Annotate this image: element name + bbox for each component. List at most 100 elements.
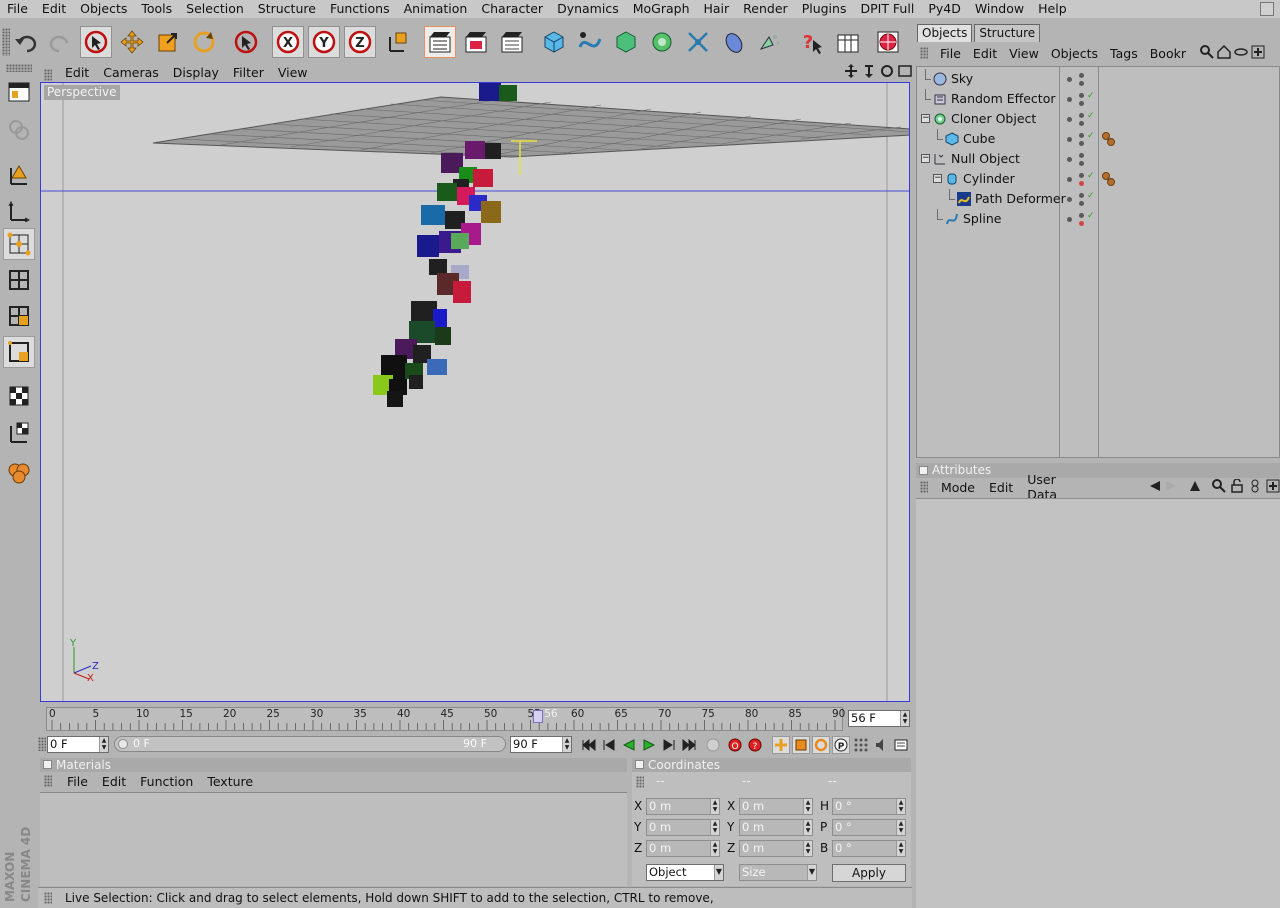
frame-range-slider[interactable]: 0 F 90 F xyxy=(114,736,506,752)
help-icon[interactable]: ? xyxy=(796,26,828,58)
render-picture-viewer-icon[interactable] xyxy=(460,26,492,58)
apply-button[interactable]: Apply xyxy=(832,864,906,882)
palette-grip[interactable] xyxy=(6,64,32,72)
size-field[interactable]: 0 m ▲ ▼ xyxy=(739,819,813,836)
menu-functions[interactable]: Functions xyxy=(323,0,397,18)
position-spinner[interactable]: ▲ ▼ xyxy=(710,820,719,835)
go-to-end-icon[interactable] xyxy=(680,736,698,754)
position-field[interactable]: 0 m ▲ ▼ xyxy=(646,819,720,836)
size-field[interactable]: 0 m ▲ ▼ xyxy=(739,840,813,857)
menu-dpit-full[interactable]: DPIT Full xyxy=(853,0,921,18)
menu-hair[interactable]: Hair xyxy=(697,0,737,18)
visibility-dot[interactable] xyxy=(1079,161,1084,166)
visibility-dot[interactable] xyxy=(1079,221,1084,226)
position-spinner[interactable]: ▲ ▼ xyxy=(710,841,719,856)
polygons-mode-icon[interactable] xyxy=(3,300,35,332)
attributes-grip[interactable] xyxy=(920,481,928,493)
tab-objects[interactable]: Objects xyxy=(917,24,973,42)
menu-dynamics[interactable]: Dynamics xyxy=(550,0,626,18)
materials-menu-edit[interactable]: Edit xyxy=(95,774,133,789)
viewport-menu-display[interactable]: Display xyxy=(166,65,226,80)
new-panel-icon[interactable] xyxy=(1251,45,1265,62)
current-frame-field[interactable]: 56 F ▲ ▼ xyxy=(848,710,910,727)
x-axis-icon[interactable]: X xyxy=(272,26,304,58)
live-selection-icon[interactable] xyxy=(80,26,112,58)
rotate-icon[interactable] xyxy=(188,26,220,58)
expand-toggle-icon[interactable]: − xyxy=(933,174,942,183)
visibility-dot[interactable] xyxy=(1079,121,1084,126)
array-icon[interactable] xyxy=(646,26,678,58)
playhead[interactable] xyxy=(533,710,544,723)
key-scale-icon[interactable] xyxy=(792,736,810,754)
tab-structure[interactable]: Structure xyxy=(974,24,1041,42)
menu-render[interactable]: Render xyxy=(736,0,795,18)
coordinates-grip[interactable] xyxy=(636,776,644,788)
size-spinner[interactable]: ▲ ▼ xyxy=(803,841,812,856)
object-name[interactable]: Random Effector xyxy=(951,91,1056,106)
model-axis-icon[interactable] xyxy=(3,194,35,226)
menu-plugins[interactable]: Plugins xyxy=(795,0,854,18)
sculpt-icon[interactable] xyxy=(3,456,35,488)
key-rotation-icon[interactable] xyxy=(812,736,830,754)
objects-menu-view[interactable]: View xyxy=(1003,46,1045,61)
menu-selection[interactable]: Selection xyxy=(179,0,251,18)
editor-visibility-dot[interactable] xyxy=(1067,117,1072,122)
texture-mode-icon[interactable] xyxy=(3,76,35,108)
end-frame-field[interactable]: 90 F ▲ ▼ xyxy=(510,736,572,753)
pan-icon[interactable] xyxy=(844,64,858,78)
nurbs-icon[interactable] xyxy=(610,26,642,58)
render-visibility-dot[interactable] xyxy=(1079,193,1084,198)
y-axis-icon[interactable]: Y xyxy=(308,26,340,58)
camera-icon[interactable] xyxy=(754,26,786,58)
move-icon[interactable] xyxy=(116,26,148,58)
object-name[interactable]: Sky xyxy=(951,71,973,86)
render-visibility-dot[interactable] xyxy=(1079,213,1084,218)
record-disabled-icon[interactable] xyxy=(704,736,722,754)
previous-frame-icon[interactable] xyxy=(600,736,618,754)
autokey-icon[interactable]: ? xyxy=(746,736,764,754)
materials-panel-toggle[interactable] xyxy=(43,760,52,769)
record-keys-icon[interactable]: O xyxy=(726,736,744,754)
object-row[interactable]: − Cylinder ✓ xyxy=(917,169,1279,189)
undo-icon[interactable] xyxy=(10,26,42,58)
editor-visibility-dot[interactable] xyxy=(1067,97,1072,102)
render-visibility-dot[interactable] xyxy=(1079,73,1084,78)
expand-toggle-icon[interactable]: − xyxy=(921,114,930,123)
enabled-check-icon[interactable]: ✓ xyxy=(1087,91,1095,101)
web-icon[interactable] xyxy=(872,26,904,58)
forward-arrow-icon[interactable] xyxy=(1164,479,1178,496)
menu-window[interactable]: Window xyxy=(968,0,1031,18)
menu-help[interactable]: Help xyxy=(1031,0,1074,18)
scene-icon[interactable] xyxy=(718,26,750,58)
next-frame-icon[interactable] xyxy=(660,736,678,754)
coordinates-panel-title[interactable]: Coordinates xyxy=(632,758,911,772)
editor-visibility-dot[interactable] xyxy=(1067,217,1072,222)
viewport-menu-view[interactable]: View xyxy=(271,65,315,80)
menu-mograph[interactable]: MoGraph xyxy=(626,0,697,18)
size-mode-select[interactable]: Size ▼ xyxy=(739,864,817,881)
objects-menu-bookmarks[interactable]: Bookr xyxy=(1144,46,1192,61)
orbit-icon[interactable] xyxy=(880,64,894,78)
selection-arrow-icon[interactable] xyxy=(230,26,262,58)
rotation-field[interactable]: 0 ° ▲ ▼ xyxy=(832,819,906,836)
new-panel-icon[interactable] xyxy=(1266,479,1280,496)
render-visibility-dot[interactable] xyxy=(1079,113,1084,118)
materials-menu-texture[interactable]: Texture xyxy=(200,774,260,789)
enabled-check-icon[interactable]: ✓ xyxy=(1087,131,1095,141)
search-icon[interactable] xyxy=(1199,44,1214,62)
viewport-grip[interactable] xyxy=(44,69,52,81)
objects-menu-objects[interactable]: Objects xyxy=(1045,46,1104,61)
object-name[interactable]: Cube xyxy=(963,131,995,146)
cube-primitive-icon[interactable] xyxy=(538,26,570,58)
visibility-dot[interactable] xyxy=(1079,201,1084,206)
visibility-dot[interactable] xyxy=(1079,181,1084,186)
render-visibility-dot[interactable] xyxy=(1079,133,1084,138)
home-icon[interactable] xyxy=(1217,44,1231,62)
enabled-check-icon[interactable]: ✓ xyxy=(1087,171,1095,181)
rotation-field[interactable]: 0 ° ▲ ▼ xyxy=(832,840,906,857)
objects-menu-tags[interactable]: Tags xyxy=(1104,46,1144,61)
back-arrow-icon[interactable] xyxy=(1148,479,1162,496)
editor-visibility-dot[interactable] xyxy=(1067,77,1072,82)
edges-mode-icon[interactable] xyxy=(3,264,35,296)
object-name[interactable]: Path Deformer xyxy=(975,191,1066,206)
